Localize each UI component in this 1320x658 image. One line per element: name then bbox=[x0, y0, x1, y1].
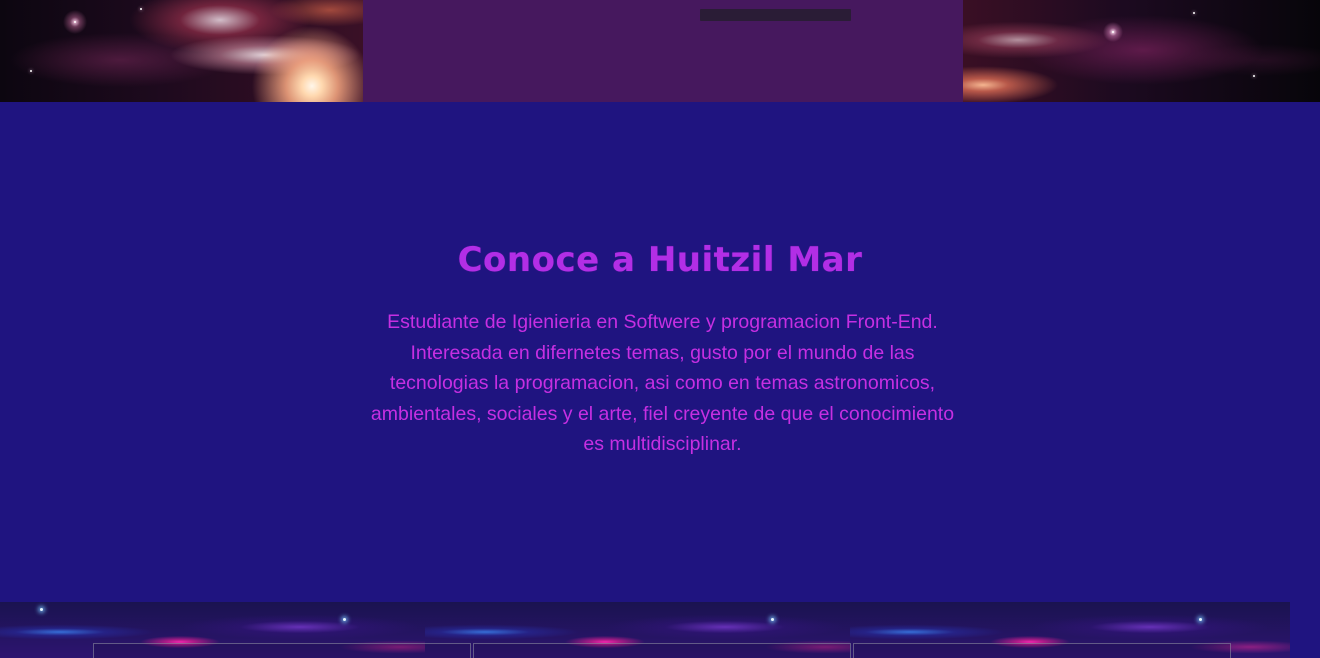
star-icon bbox=[1199, 618, 1202, 621]
hero-center-panel bbox=[363, 0, 963, 102]
hero-banner bbox=[0, 0, 1320, 102]
about-section: Conoce a Huitzil Mar Estudiante de Igien… bbox=[0, 102, 1320, 602]
about-title: Conoce a Huitzil Mar bbox=[457, 240, 863, 280]
project-card[interactable] bbox=[473, 643, 851, 658]
about-description: Estudiante de Igienieria en Softwere y p… bbox=[370, 311, 955, 456]
nebula-banner bbox=[0, 602, 1320, 658]
galaxy-image-left bbox=[0, 0, 363, 102]
star-icon bbox=[1253, 75, 1255, 77]
star-icon bbox=[1193, 12, 1195, 14]
star-icon bbox=[40, 608, 43, 611]
project-card[interactable] bbox=[93, 643, 471, 658]
star-icon bbox=[1112, 31, 1114, 33]
project-card[interactable] bbox=[853, 643, 1231, 658]
hero-progress-bar bbox=[700, 9, 851, 21]
star-icon bbox=[30, 70, 32, 72]
star-icon bbox=[343, 618, 346, 621]
galaxy-image-right bbox=[963, 0, 1320, 102]
star-icon bbox=[74, 21, 76, 23]
star-icon bbox=[771, 618, 774, 621]
star-icon bbox=[140, 8, 142, 10]
